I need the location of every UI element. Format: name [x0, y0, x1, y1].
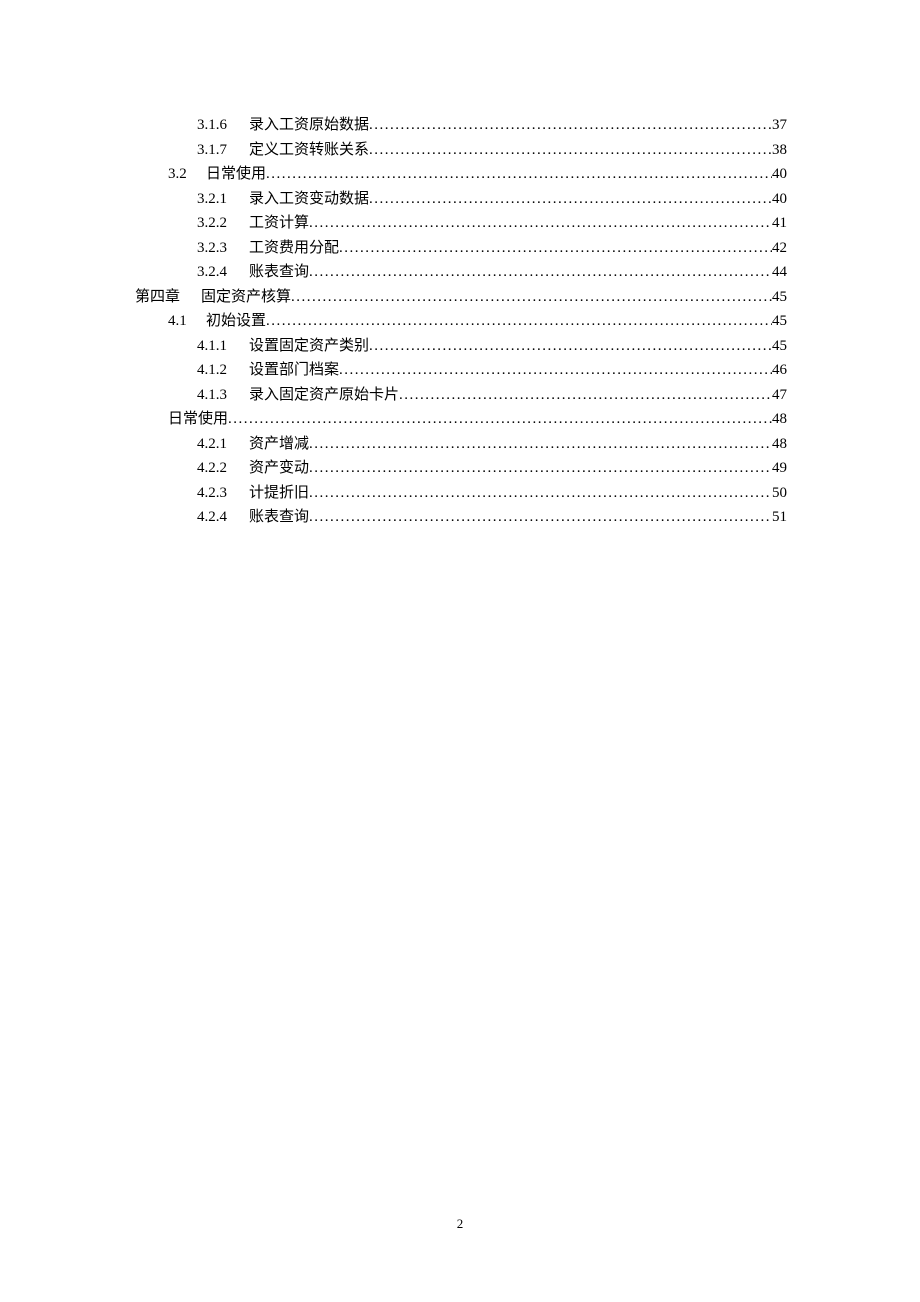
page-number: 2: [0, 1216, 920, 1232]
toc-entry: 3.1.7 定义工资转账关系 38: [135, 138, 787, 163]
toc-entry: 3.2.2 工资计算 41: [135, 211, 787, 236]
toc-page: 46: [772, 358, 787, 383]
toc-title: 工资费用分配: [249, 236, 339, 261]
toc-leader: [309, 505, 772, 530]
toc-leader: [399, 383, 772, 408]
toc-title: 设置部门档案: [249, 358, 339, 383]
toc-page: 42: [772, 236, 787, 261]
toc-title: 录入固定资产原始卡片: [249, 383, 399, 408]
toc-entry: 4.2.3 计提折旧 50: [135, 481, 787, 506]
toc-title: 录入工资变动数据: [249, 187, 369, 212]
toc-number: 3.2.2: [197, 211, 249, 236]
toc-entry: 4.1 初始设置 45: [135, 309, 787, 334]
toc-number: 4.1.3: [197, 383, 249, 408]
toc-leader: [369, 334, 772, 359]
toc-entry: 4.1.1 设置固定资产类别 45: [135, 334, 787, 359]
toc-number: 4.2.1: [197, 432, 249, 457]
toc-title: 工资计算: [249, 211, 309, 236]
toc-number: 3.1.6: [197, 113, 249, 138]
toc-page: 50: [772, 481, 787, 506]
toc-leader: [309, 260, 772, 285]
toc-entry: 4.2.1 资产增减 48: [135, 432, 787, 457]
toc-number: 4.2.4: [197, 505, 249, 530]
toc-entry: 3.2 日常使用 40: [135, 162, 787, 187]
toc-number: 3.2.1: [197, 187, 249, 212]
toc-entry: 3.1.6 录入工资原始数据 37: [135, 113, 787, 138]
toc-title: 日常使用: [206, 162, 266, 187]
toc-page: 45: [772, 309, 787, 334]
toc-title: 设置固定资产类别: [249, 334, 369, 359]
toc-number: 4.2.2: [197, 456, 249, 481]
toc-entry: 3.2.3 工资费用分配 42: [135, 236, 787, 261]
toc-leader: [291, 285, 772, 310]
toc-title: 账表查询: [249, 260, 309, 285]
toc-leader: [309, 432, 772, 457]
toc-title: 资产变动: [249, 456, 309, 481]
toc-leader: [369, 138, 772, 163]
toc-page: 38: [772, 138, 787, 163]
toc-leader: [228, 407, 772, 432]
toc-page: 44: [772, 260, 787, 285]
toc-title: 固定资产核算: [201, 285, 291, 310]
toc-number: 4.1.2: [197, 358, 249, 383]
toc-page: 41: [772, 211, 787, 236]
toc-leader: [339, 236, 772, 261]
toc-entry: 3.2.1 录入工资变动数据 40: [135, 187, 787, 212]
toc-entry: 4.2.4 账表查询 51: [135, 505, 787, 530]
toc-leader: [369, 187, 772, 212]
toc-number: 3.2.4: [197, 260, 249, 285]
toc-leader: [339, 358, 772, 383]
toc-number: 4.1: [168, 309, 206, 334]
toc-entry: 4.1.3 录入固定资产原始卡片 47: [135, 383, 787, 408]
toc-page: 49: [772, 456, 787, 481]
toc-entry: 4.1.2 设置部门档案 46: [135, 358, 787, 383]
toc-number: 3.2.3: [197, 236, 249, 261]
toc-leader: [369, 113, 772, 138]
toc-page: 37: [772, 113, 787, 138]
toc-number: 4.2.3: [197, 481, 249, 506]
toc-number: 第四章: [135, 285, 201, 310]
toc-leader: [309, 481, 772, 506]
toc-title: 资产增减: [249, 432, 309, 457]
toc-entry: 日常使用 48: [135, 407, 787, 432]
toc-page: 45: [772, 334, 787, 359]
toc-entry: 4.2.2 资产变动 49: [135, 456, 787, 481]
toc-leader: [309, 456, 772, 481]
toc-title: 初始设置: [206, 309, 266, 334]
toc-page: 47: [772, 383, 787, 408]
toc-leader: [266, 162, 772, 187]
toc-number: 4.1.1: [197, 334, 249, 359]
toc-page: 45: [772, 285, 787, 310]
toc-title: 计提折旧: [249, 481, 309, 506]
toc-entry: 第四章 固定资产核算 45: [135, 285, 787, 310]
toc-number: 3.2: [168, 162, 206, 187]
toc-leader: [309, 211, 772, 236]
toc-title: 定义工资转账关系: [249, 138, 369, 163]
toc-page: 48: [772, 407, 787, 432]
toc-title: 日常使用: [168, 407, 228, 432]
toc-content: 3.1.6 录入工资原始数据 37 3.1.7 定义工资转账关系 38 3.2 …: [0, 0, 920, 530]
toc-page: 51: [772, 505, 787, 530]
toc-title: 录入工资原始数据: [249, 113, 369, 138]
toc-number: 3.1.7: [197, 138, 249, 163]
toc-page: 48: [772, 432, 787, 457]
toc-entry: 3.2.4 账表查询 44: [135, 260, 787, 285]
toc-page: 40: [772, 162, 787, 187]
toc-title: 账表查询: [249, 505, 309, 530]
toc-leader: [266, 309, 772, 334]
toc-page: 40: [772, 187, 787, 212]
